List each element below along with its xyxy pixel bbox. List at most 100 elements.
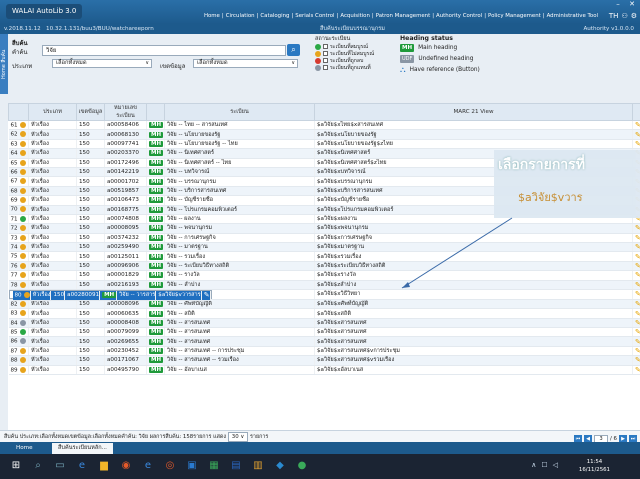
row-number: 73 [8,233,29,244]
table-row[interactable]: 80 หัวเรื่อง 150 a00280091 MH วิจัย -- วารสาร… [8,290,212,301]
chrome-icon[interactable]: ◉ [120,460,132,472]
menu-item[interactable]: Patron Management [374,13,432,19]
status-dot-icon [315,64,321,71]
edit-pencil-icon[interactable]: ✎ [632,251,640,262]
tab-search-records[interactable]: สืบค้นระเบียนหลัก... [52,443,113,454]
chevron-up-icon[interactable]: ∧ [531,461,536,469]
per-page-select[interactable]: 30 ∨ [227,432,249,442]
chevron-down-icon: ∨ [145,60,149,66]
menu-item[interactable]: Serials Control [293,13,336,19]
edit-pencil-icon[interactable]: ✎ [632,139,640,150]
volume-icon[interactable]: ◁ [553,461,558,469]
search-button[interactable]: ⌕ [287,44,300,56]
menu-item[interactable]: Home [202,13,222,19]
outlook-icon[interactable]: ▣ [186,460,198,472]
table-row[interactable]: 74 หัวเรื่อง 150 a00259490 MH วิจัย -- มาตรฐา… [8,242,640,253]
ie-icon[interactable]: e [142,460,154,472]
windows-start-icon[interactable]: ⊞ [10,460,22,472]
close-icon[interactable]: ✕ [626,0,638,9]
menu-item[interactable]: Policy Management [486,13,543,19]
format-select[interactable]: เลือกทั้งหมด ∨ [193,59,298,68]
task-view-icon[interactable]: ▭ [54,460,66,472]
edit-pencil-icon[interactable]: ✎ [632,223,640,234]
autolib-icon[interactable]: ◆ [274,460,286,472]
edit-pencil-icon[interactable]: ✎ [632,233,640,244]
line-icon[interactable]: ● [296,460,308,472]
user-icon[interactable]: ⚇ [621,12,627,20]
table-row[interactable]: 76 หัวเรื่อง 150 a00096906 MH วิจัย -- ระเบีย… [8,261,640,272]
edit-pencil-icon[interactable]: ✎ [632,327,640,338]
edit-pencil-icon[interactable]: ✎ [632,120,640,131]
col-tag[interactable]: เขตข้อมูล [76,103,105,121]
user-language[interactable]: TH [609,12,619,20]
table-row[interactable]: 61 หัวเรื่อง 150 a00058406 MH วิจัย -- ไทย --… [8,120,640,131]
edit-pencil-icon[interactable]: ✎ [632,365,640,376]
table-row[interactable]: 73 หัวเรื่อง 150 a00374232 MH วิจัย -- การเศร… [8,233,640,244]
status-filter-checkbox[interactable] [323,65,328,70]
edit-pencil-icon[interactable]: ✎ [632,346,640,357]
mh-badge: MH [149,329,164,336]
table-row[interactable]: 87 หัวเรื่อง 150 a00230452 MH วิจัย -- สารสนเ… [8,346,640,357]
status-filter-checkbox[interactable] [323,58,328,63]
edge-icon[interactable]: e [76,460,88,472]
menu-item[interactable]: Circulation [224,13,257,19]
row-tag: 150 [76,233,105,244]
edit-pencil-icon[interactable]: ✎ [632,336,640,347]
firefox-icon[interactable]: ◎ [164,460,176,472]
edit-pencil-icon[interactable]: ✎ [201,291,211,301]
authority-label: Authority v1.0.0.0 [583,26,634,32]
word-icon[interactable]: ▤ [230,460,242,472]
folder-icon[interactable]: ▆ [98,460,110,472]
table-row[interactable]: 89 หัวเรื่อง 150 a00495790 MH วิจัย -- อัลบาเ… [8,365,640,376]
status-dot-icon [19,244,26,251]
excel-icon[interactable]: ▦ [208,460,220,472]
edit-pencil-icon[interactable]: ✎ [632,270,640,281]
table-row[interactable]: 84 หัวเรื่อง 150 a00008408 MH วิจัย -- สารสนเ… [8,318,640,329]
col-id[interactable]: หมายเลขระเบียน [104,103,147,121]
status-filter-checkbox[interactable] [323,51,328,56]
menu-item[interactable]: Cataloging [258,13,291,19]
table-row[interactable]: 63 หัวเรื่อง 150 a00097741 MH วิจัย -- นโยบาย… [8,139,640,150]
status-filter-checkbox[interactable] [323,44,328,49]
type-select[interactable]: เลือกทั้งหมด ∨ [52,59,152,68]
network-icon[interactable]: ☐ [541,461,547,469]
search-icon[interactable]: ⌕ [32,460,44,472]
table-row[interactable]: 62 หัวเรื่อง 150 a00068130 MH วิจัย -- นโยบาย… [8,129,640,140]
edit-pencil-icon[interactable]: ✎ [632,355,640,366]
menu-item[interactable]: Administrative Tool [545,13,600,19]
table-row[interactable]: 86 หัวเรื่อง 150 a00269655 MH วิจัย -- สารสนเ… [8,336,640,347]
edit-pencil-icon[interactable]: ✎ [632,129,640,140]
menu-item[interactable]: Authority Control [434,13,484,19]
col-record[interactable]: ระเบียน [164,103,315,121]
edit-pencil-icon[interactable]: ✎ [632,242,640,253]
table-row[interactable]: 75 หัวเรื่อง 150 a00125011 MH วิจัย -- รวมเรื… [8,251,640,262]
table-row[interactable]: 77 หัวเรื่อง 150 a00001829 MH วิจัย -- รางวัล… [8,270,640,281]
tab-home[interactable]: Home [10,443,39,454]
row-type: หัวเรื่อง [28,176,77,187]
table-row[interactable]: 88 หัวเรื่อง 150 a00171067 MH วิจัย -- สารสนเ… [8,355,640,366]
side-tab[interactable]: Home สืบค้น [0,34,8,94]
table-row[interactable]: 83 หัวเรื่อง 150 a00060635 MH วิจัย -- สถิติ $… [8,308,640,319]
edit-pencil-icon[interactable]: ✎ [632,290,640,300]
edit-pencil-icon[interactable]: ✎ [632,318,640,329]
row-marc: $aวิจัย$vวารสาร [155,291,202,301]
edit-pencil-icon[interactable]: ✎ [632,299,640,310]
clock[interactable]: 11:54 16/11/2561 [579,458,610,474]
edit-pencil-icon[interactable]: ✎ [632,308,640,319]
gear-icon[interactable]: ⚙ [631,12,637,20]
table-row[interactable]: 72 หัวเรื่อง 150 a00008095 MH วิจัย -- พจนานุ… [8,223,640,234]
minimize-icon[interactable]: – [612,0,624,9]
edit-pencil-icon[interactable]: ✎ [632,261,640,272]
menu-item[interactable]: Acquisition [338,13,372,19]
edit-pencil-icon[interactable]: ✎ [632,280,640,291]
row-id: a00216193 [104,280,147,291]
app-icon[interactable]: ▥ [252,460,264,472]
row-heading-status: MH [146,223,165,234]
col-type[interactable]: ประเภท [28,103,77,121]
table-row[interactable]: 85 หัวเรื่อง 150 a00079099 MH วิจัย -- สารสนเ… [8,327,640,338]
row-type: หัวเรื่อง [28,251,77,262]
col-marc[interactable]: MARC 21 View [314,103,633,121]
table-row[interactable]: 78 หัวเรื่อง 150 a00216193 MH วิจัย -- ลำปาง $… [8,280,640,291]
search-input[interactable]: วิจัย [42,45,286,56]
row-record: วิจัย -- รางวัล [164,270,315,281]
